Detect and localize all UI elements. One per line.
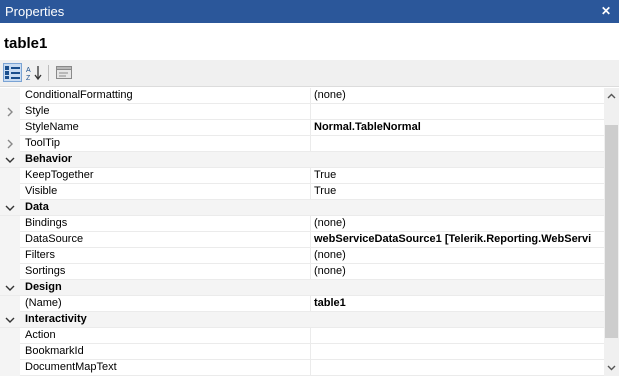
- close-icon[interactable]: ✕: [601, 4, 611, 18]
- title-bar: Properties ✕: [0, 0, 619, 23]
- property-row[interactable]: Action: [0, 328, 604, 344]
- property-name: ToolTip: [25, 137, 61, 149]
- property-value[interactable]: (none): [310, 88, 604, 103]
- category-row[interactable]: Interactivity: [0, 312, 604, 328]
- scroll-up-icon[interactable]: [606, 91, 617, 102]
- property-name: Style: [25, 105, 50, 117]
- property-row[interactable]: Visible True: [0, 184, 604, 200]
- property-row[interactable]: KeepTogether True: [0, 168, 604, 184]
- property-value[interactable]: [310, 136, 604, 151]
- property-value[interactable]: [310, 328, 604, 343]
- property-name: (Name): [25, 297, 62, 309]
- category-label: Design: [25, 281, 62, 293]
- chevron-right-icon[interactable]: [4, 106, 16, 118]
- property-row[interactable]: Sortings (none): [0, 264, 604, 280]
- property-value[interactable]: Normal.TableNormal: [310, 120, 604, 135]
- property-name: Filters: [25, 249, 55, 261]
- property-row[interactable]: BookmarkId: [0, 344, 604, 360]
- category-label: Behavior: [25, 153, 73, 165]
- property-value[interactable]: [310, 344, 604, 359]
- property-row[interactable]: ToolTip: [0, 136, 604, 152]
- category-row[interactable]: Data: [0, 200, 604, 216]
- property-pages-icon: [55, 66, 72, 79]
- category-row[interactable]: Behavior: [0, 152, 604, 168]
- svg-text:Z: Z: [26, 75, 31, 81]
- chevron-down-icon[interactable]: [4, 314, 16, 326]
- row-gutter: [0, 264, 20, 280]
- category-label: Interactivity: [25, 313, 87, 325]
- categorized-icon: [5, 66, 20, 79]
- property-pages-button[interactable]: [54, 63, 73, 82]
- property-row[interactable]: StyleName Normal.TableNormal: [0, 120, 604, 136]
- property-name: KeepTogether: [25, 169, 94, 181]
- property-name: Sortings: [25, 265, 66, 277]
- property-name: DocumentMapText: [25, 361, 117, 373]
- row-gutter: [0, 248, 20, 264]
- row-gutter: [0, 344, 20, 360]
- chevron-down-icon[interactable]: [4, 154, 16, 166]
- property-name: BookmarkId: [25, 345, 84, 357]
- property-value[interactable]: True: [310, 184, 604, 199]
- property-name: StyleName: [25, 121, 79, 133]
- category-label: Data: [25, 201, 49, 213]
- alphabetical-sort-icon: A Z: [26, 65, 42, 81]
- scroll-down-icon[interactable]: [606, 362, 617, 373]
- category-row[interactable]: Design: [0, 280, 604, 296]
- svg-text:A: A: [26, 67, 31, 74]
- scrollbar-thumb[interactable]: [605, 125, 618, 338]
- window-title: Properties: [5, 4, 65, 19]
- property-value[interactable]: (none): [310, 264, 604, 279]
- chevron-down-icon[interactable]: [4, 202, 16, 214]
- row-gutter: [0, 296, 20, 312]
- property-value[interactable]: table1: [310, 296, 604, 311]
- property-row[interactable]: Style: [0, 104, 604, 120]
- property-row[interactable]: DataSource webServiceDataSource1 [Telerik…: [0, 232, 604, 248]
- row-gutter: [0, 88, 20, 104]
- property-row[interactable]: Filters (none): [0, 248, 604, 264]
- property-row[interactable]: DocumentMapText: [0, 360, 604, 376]
- property-value[interactable]: (none): [310, 248, 604, 263]
- property-value[interactable]: True: [310, 168, 604, 183]
- row-gutter: [0, 328, 20, 344]
- properties-toolbar: A Z: [0, 60, 619, 87]
- row-gutter: [0, 168, 20, 184]
- row-gutter: [0, 360, 20, 376]
- chevron-down-icon[interactable]: [4, 282, 16, 294]
- property-row[interactable]: ConditionalFormatting (none): [0, 88, 604, 104]
- vertical-scrollbar[interactable]: [604, 88, 619, 376]
- row-gutter: [0, 184, 20, 200]
- property-row[interactable]: (Name) table1: [0, 296, 604, 312]
- property-grid: ConditionalFormatting (none) Style StyleNam…: [0, 88, 604, 376]
- property-name: ConditionalFormatting: [25, 89, 133, 101]
- chevron-right-icon[interactable]: [4, 138, 16, 150]
- property-value[interactable]: [310, 104, 604, 119]
- property-row[interactable]: Bindings (none): [0, 216, 604, 232]
- alphabetical-button[interactable]: A Z: [25, 63, 44, 82]
- property-value[interactable]: (none): [310, 216, 604, 231]
- property-name: DataSource: [25, 233, 84, 245]
- property-name: Action: [25, 329, 56, 341]
- property-value[interactable]: [310, 360, 604, 375]
- row-gutter: [0, 120, 20, 136]
- row-gutter: [0, 216, 20, 232]
- property-value[interactable]: webServiceDataSource1 [Telerik.Reporting…: [310, 232, 604, 247]
- row-gutter: [0, 232, 20, 248]
- toolbar-separator: [48, 65, 49, 81]
- selected-object-name: table1: [4, 35, 48, 52]
- categorized-button[interactable]: [3, 63, 22, 82]
- property-name: Visible: [25, 185, 58, 197]
- property-name: Bindings: [25, 217, 68, 229]
